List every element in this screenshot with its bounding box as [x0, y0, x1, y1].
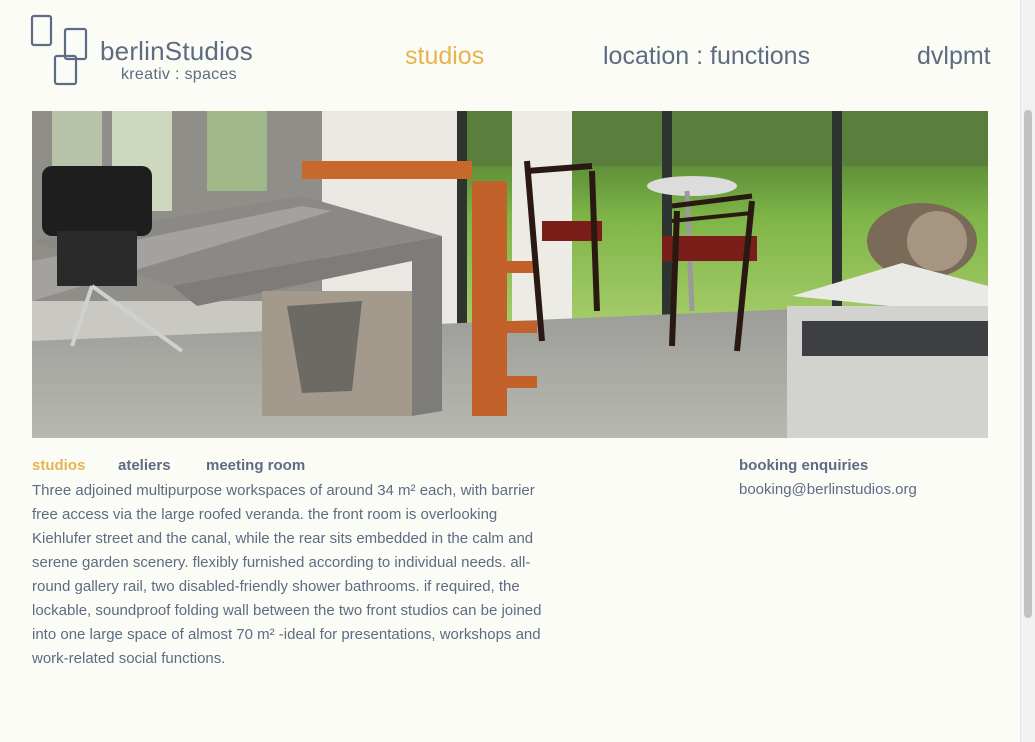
studios-description: Three adjoined multipurpose workspaces o… [32, 482, 542, 667]
subnav-studios[interactable]: studios [32, 457, 85, 474]
logo-subtitle: kreativ : spaces [121, 66, 237, 83]
site-logo[interactable]: berlinStudios kreativ : spaces [30, 14, 270, 89]
scrollbar-thumb[interactable] [1024, 110, 1032, 618]
booking-title: booking enquiries [739, 457, 869, 474]
subnav-ateliers[interactable]: ateliers [118, 457, 171, 474]
hero-photo [32, 111, 988, 438]
logo-title: berlinStudios [100, 36, 253, 66]
studio-interior-image [32, 111, 988, 438]
subnav-meeting-room[interactable]: meeting room [206, 457, 305, 474]
nav-dvlpmt[interactable]: dvlpmt [917, 42, 991, 71]
page-scrollbar[interactable] [1020, 0, 1035, 742]
booking-email-link[interactable]: booking@berlinstudios.org [739, 481, 917, 498]
nav-studios[interactable]: studios [405, 42, 484, 71]
logo-squares-icon [30, 14, 88, 86]
nav-location-functions[interactable]: location : functions [603, 42, 810, 71]
